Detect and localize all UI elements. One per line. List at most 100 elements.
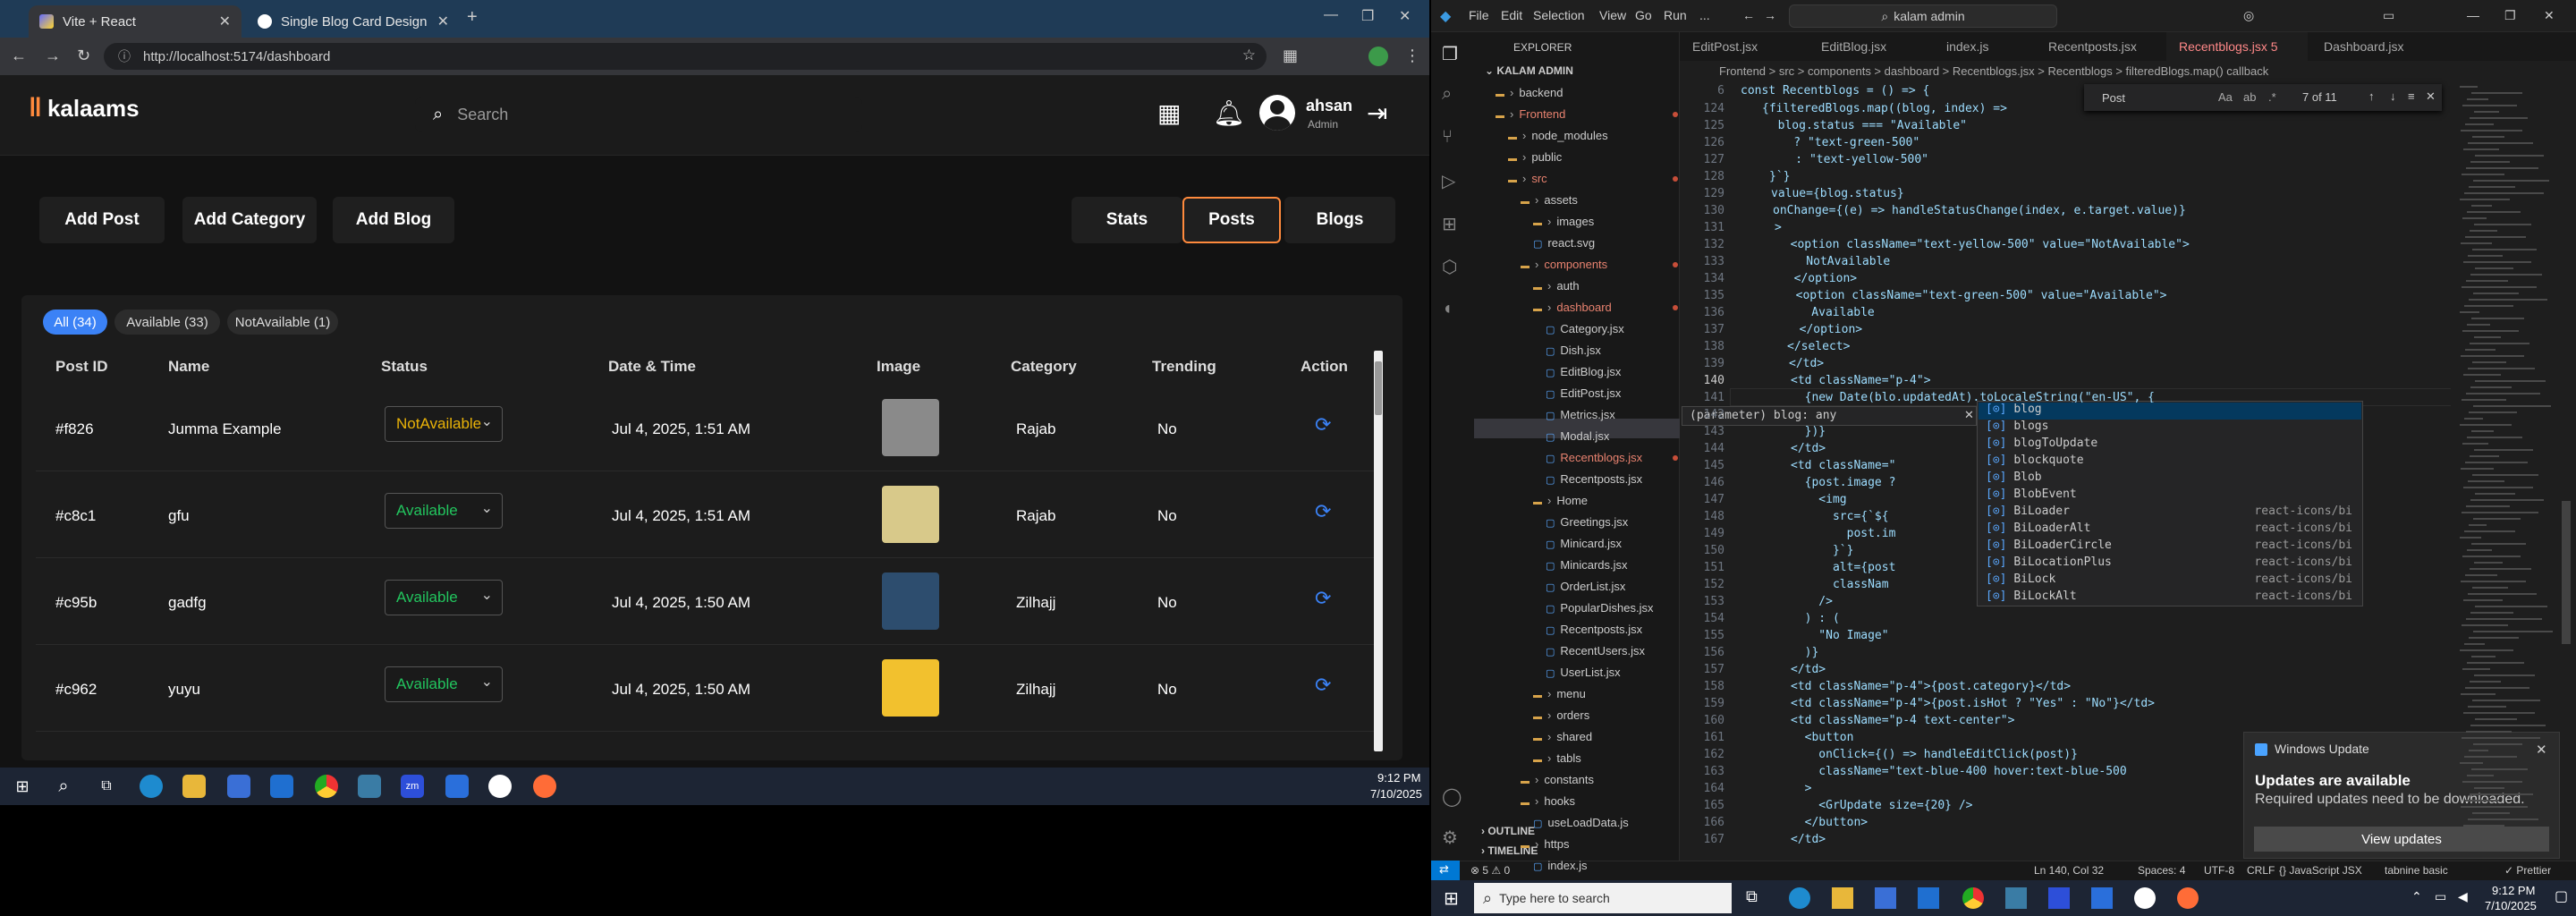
search-icon[interactable]: ⌕ <box>52 775 75 798</box>
tree-folder[interactable]: › src <box>1508 172 1547 185</box>
tree-folder[interactable]: › assets <box>1521 193 1578 207</box>
edge-icon[interactable] <box>1789 887 1810 909</box>
tree-file[interactable]: Recentposts.jsx <box>1546 472 1642 486</box>
posts-button[interactable]: Posts <box>1182 197 1281 243</box>
editor-tab[interactable]: index.js <box>1934 32 2032 61</box>
tree-folder[interactable]: › menu <box>1533 687 1586 700</box>
notifications-icon[interactable]: ▢ <box>2555 887 2568 905</box>
code-line[interactable]: <td className="p-4"> <box>1791 374 1931 387</box>
vscode-icon[interactable] <box>2091 887 2113 909</box>
tree-file[interactable]: Metrics.jsx <box>1546 408 1614 421</box>
remote-indicator-icon[interactable]: ⇄ <box>1431 861 1460 880</box>
file-explorer-icon[interactable] <box>182 775 206 798</box>
close-tab-icon[interactable]: ✕ <box>219 13 231 30</box>
code-line[interactable]: </td> <box>1791 442 1826 455</box>
extensions-icon[interactable]: ▦ <box>1283 47 1298 65</box>
tree-folder[interactable]: › https <box>1521 837 1570 851</box>
language-mode[interactable]: {} JavaScript JSX <box>2279 864 2362 877</box>
code-line[interactable]: blog.status === "Available" <box>1764 119 1967 132</box>
tree-file[interactable]: Minicards.jsx <box>1546 558 1627 572</box>
outlook-icon[interactable] <box>270 775 293 798</box>
maximize-icon[interactable]: ❐ <box>2504 8 2516 23</box>
code-line[interactable]: value={blog.status} <box>1771 187 1904 200</box>
file-explorer-icon[interactable] <box>1832 887 1853 909</box>
search-bar[interactable]: ⌕ Search <box>415 97 862 132</box>
tree-file[interactable]: useLoadData.js <box>1533 816 1628 829</box>
code-line[interactable]: </td> <box>1791 663 1826 676</box>
code-line[interactable]: <GrUpdate size={20} /> <box>1791 799 1972 812</box>
code-line[interactable]: <td className="p-4">{post.category}</td> <box>1791 680 2071 693</box>
suggestion-item[interactable]: [⊙] blockquote <box>1979 454 2361 471</box>
code-line[interactable]: <option className="text-green-500" value… <box>1782 289 2167 302</box>
tree-file[interactable]: Dish.jsx <box>1546 344 1601 357</box>
tree-folder[interactable]: › tabls <box>1533 751 1581 765</box>
editor-tab[interactable]: Recentblogs.jsx 5 <box>2166 32 2308 61</box>
address-bar[interactable]: ⓘ http://localhost:5174/dashboard ☆ <box>104 43 1267 70</box>
tree-file[interactable]: index.js <box>1533 859 1587 872</box>
menu-selection[interactable]: Selection <box>1533 8 1585 22</box>
code-line[interactable]: <img <box>1791 493 1846 506</box>
add-post-button[interactable]: Add Post <box>39 197 165 243</box>
code-line[interactable]: </td> <box>1789 357 1824 370</box>
tree-folder[interactable]: › Home <box>1533 494 1588 507</box>
menu-edit[interactable]: Edit <box>1501 8 1522 22</box>
add-blog-button[interactable]: Add Blog <box>333 197 454 243</box>
status-select[interactable]: NotAvailable <box>385 406 503 442</box>
bookmark-star-icon[interactable]: ☆ <box>1242 47 1256 64</box>
tree-file[interactable]: Recentposts.jsx <box>1546 623 1642 636</box>
nav-back-icon[interactable]: ← <box>1742 8 1755 22</box>
account-icon[interactable]: ◯ <box>1442 785 1462 808</box>
code-line[interactable]: post.im <box>1791 527 1896 540</box>
prettier-status[interactable]: ✓ Prettier <box>2504 864 2551 877</box>
suggestion-item[interactable]: [⊙] BiLoaderCircle react-icons/bi <box>1979 539 2361 556</box>
code-line[interactable]: src={`${ <box>1791 510 1889 523</box>
next-match-icon[interactable]: ↓ <box>2390 89 2396 103</box>
tree-folder[interactable]: › components <box>1521 258 1607 271</box>
find-in-selection-icon[interactable]: ≡ <box>2408 89 2415 103</box>
logout-icon[interactable]: ⇥ <box>1367 98 1387 128</box>
workspace-root[interactable]: ⌄ KALAM ADMIN <box>1485 64 1573 77</box>
chrome-icon[interactable] <box>315 775 338 798</box>
code-line[interactable]: <option className="text-yellow-500" valu… <box>1776 238 2190 251</box>
update-icon[interactable]: ⟳ <box>1315 587 1331 610</box>
chrome-icon[interactable] <box>1962 887 1984 909</box>
editor-tab[interactable]: EditPost.jsx <box>1680 32 1805 61</box>
copilot-icon[interactable]: ◎ <box>2243 8 2254 23</box>
code-line[interactable]: <td className=" <box>1791 459 1895 472</box>
minimize-icon[interactable]: — <box>1324 7 1338 23</box>
search-input[interactable]: Search <box>457 106 508 124</box>
close-tab-icon[interactable]: ✕ <box>437 13 449 30</box>
code-line[interactable]: }`} <box>1769 170 1790 183</box>
network-icon[interactable]: ▭ <box>2435 889 2446 904</box>
update-icon[interactable]: ⟳ <box>1315 413 1331 437</box>
settings-gear-icon[interactable]: ⚙ <box>1442 827 1458 849</box>
browser-menu-icon[interactable]: ⋮ <box>1404 47 1420 65</box>
code-line[interactable]: alt={post <box>1791 561 1895 574</box>
suggestion-item[interactable]: [⊙] Blob <box>1979 471 2361 488</box>
editor-scrollbar-thumb[interactable] <box>2562 501 2571 644</box>
menu-run[interactable]: Run <box>1664 8 1687 22</box>
menu-view[interactable]: View <box>1599 8 1626 22</box>
table-scroll-thumb[interactable] <box>1375 361 1382 415</box>
tree-file[interactable]: RecentUsers.jsx <box>1546 644 1645 657</box>
line-endings[interactable]: CRLF <box>2247 864 2275 877</box>
menu-more[interactable]: ... <box>1699 8 1710 22</box>
status-select[interactable]: Available <box>385 580 503 615</box>
nav-forward-icon[interactable]: → <box>1764 8 1776 22</box>
code-line[interactable]: {filteredBlogs.map((blog, index) => <box>1762 102 2007 115</box>
store-icon[interactable] <box>1875 887 1896 909</box>
code-line[interactable]: : "text-yellow-500" <box>1767 153 1928 166</box>
close-notification-icon[interactable]: ✕ <box>2536 742 2547 758</box>
update-icon[interactable]: ⟳ <box>1315 674 1331 697</box>
suggestion-item[interactable]: [⊙] blogs <box>1979 420 2361 437</box>
tree-folder[interactable]: › orders <box>1533 708 1589 722</box>
problems-count[interactable]: ⊗ 5 ⚠ 0 <box>1470 864 1510 877</box>
remote-icon[interactable]: ⬡ <box>1442 256 1457 278</box>
outlook-icon[interactable] <box>1918 887 1939 909</box>
status-select[interactable]: Available <box>385 493 503 529</box>
tree-file[interactable]: Greetings.jsx <box>1546 515 1628 529</box>
code-line[interactable]: ) : ( <box>1791 612 1840 625</box>
code-line[interactable]: onClick={() => handleEditClick(post)} <box>1791 748 2078 761</box>
search-icon[interactable]: ⌕ <box>1442 84 1452 105</box>
code-line[interactable]: className="text-blue-400 hover:text-blue… <box>1791 765 2126 778</box>
